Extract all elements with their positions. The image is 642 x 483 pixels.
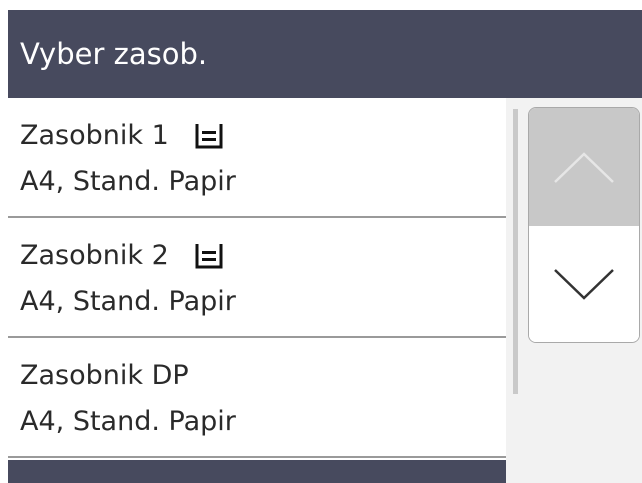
tray-name: Zasobnik 1 — [20, 120, 169, 151]
paper-tray-icon — [195, 124, 223, 149]
tray-name: Zasobnik DP — [20, 360, 189, 391]
chevron-up-icon — [554, 152, 614, 183]
scroll-buttons — [528, 107, 640, 343]
printer-screen: Vyber zasob. Zasobnik 1 A4, Stand. Papir… — [8, 10, 642, 483]
scroll-up-button[interactable] — [529, 108, 639, 226]
screen-title: Vyber zasob. — [8, 10, 642, 98]
list-scrollbar[interactable] — [513, 109, 518, 394]
tray-detail: A4, Stand. Papir — [20, 166, 236, 197]
tray-item-2[interactable]: Zasobnik 2 A4, Stand. Papir — [8, 218, 506, 338]
tray-detail: A4, Stand. Papir — [20, 406, 236, 437]
tray-detail: A4, Stand. Papir — [20, 286, 236, 317]
tray-name: Zasobnik 2 — [20, 240, 169, 271]
tray-item-dp[interactable]: Zasobnik DP A4, Stand. Papir — [8, 338, 506, 458]
tray-list: Zasobnik 1 A4, Stand. Papir Zasobnik 2 A… — [8, 98, 506, 483]
scroll-down-button[interactable] — [529, 226, 639, 342]
next-item-peek[interactable] — [8, 460, 506, 483]
chevron-down-icon — [554, 269, 614, 300]
paper-tray-icon — [195, 244, 223, 269]
tray-item-1[interactable]: Zasobnik 1 A4, Stand. Papir — [8, 98, 506, 218]
